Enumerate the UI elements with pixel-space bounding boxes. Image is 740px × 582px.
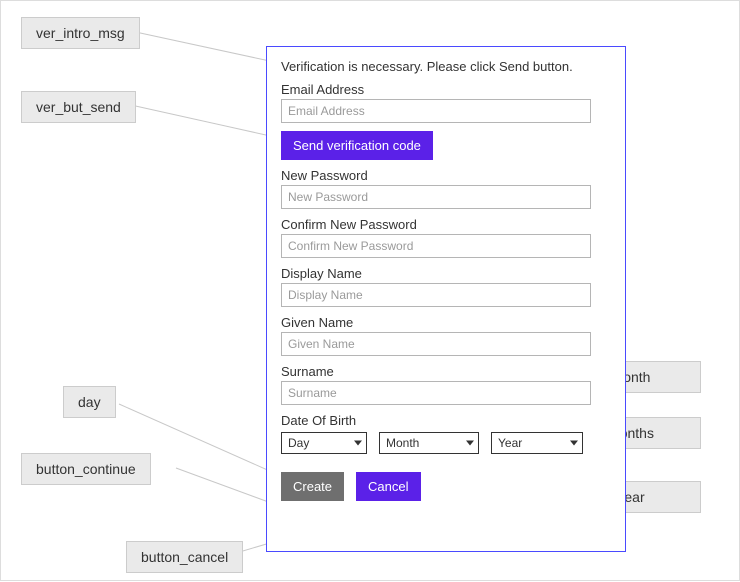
verification-intro-msg: Verification is necessary. Please click … (281, 59, 611, 74)
surname-input[interactable] (281, 381, 591, 405)
callout-label: button_cancel (141, 549, 228, 565)
dob-month-select[interactable]: Month (379, 432, 479, 454)
dob-day-value: Day (288, 436, 309, 450)
callout-label: ver_but_send (36, 99, 121, 115)
email-input[interactable] (281, 99, 591, 123)
callout-button-cancel: button_cancel (126, 541, 243, 573)
dob-month-value: Month (386, 436, 419, 450)
new-password-label: New Password (281, 168, 611, 183)
chevron-down-icon (466, 441, 474, 446)
dob-year-select[interactable]: Year (491, 432, 583, 454)
given-name-input[interactable] (281, 332, 591, 356)
chevron-down-icon (354, 441, 362, 446)
signup-form-panel: Verification is necessary. Please click … (266, 46, 626, 552)
create-button[interactable]: Create (281, 472, 344, 501)
diagram-canvas: ver_intro_msg ver_but_send day button_co… (0, 0, 740, 581)
confirm-password-label: Confirm New Password (281, 217, 611, 232)
email-label: Email Address (281, 82, 611, 97)
new-password-input[interactable] (281, 185, 591, 209)
chevron-down-icon (570, 441, 578, 446)
callout-button-continue: button_continue (21, 453, 151, 485)
callout-day: day (63, 386, 116, 418)
given-name-label: Given Name (281, 315, 611, 330)
confirm-password-input[interactable] (281, 234, 591, 258)
display-name-input[interactable] (281, 283, 591, 307)
surname-label: Surname (281, 364, 611, 379)
callout-label: day (78, 394, 101, 410)
dob-day-select[interactable]: Day (281, 432, 367, 454)
dob-row: Day Month Year (281, 432, 611, 454)
cancel-button[interactable]: Cancel (356, 472, 420, 501)
dob-label: Date Of Birth (281, 413, 611, 428)
send-verification-button[interactable]: Send verification code (281, 131, 433, 160)
callout-label: ver_intro_msg (36, 25, 125, 41)
callout-ver-intro-msg: ver_intro_msg (21, 17, 140, 49)
callout-label: button_continue (36, 461, 136, 477)
callout-ver-but-send: ver_but_send (21, 91, 136, 123)
display-name-label: Display Name (281, 266, 611, 281)
action-row: Create Cancel (281, 472, 611, 501)
dob-year-value: Year (498, 436, 522, 450)
